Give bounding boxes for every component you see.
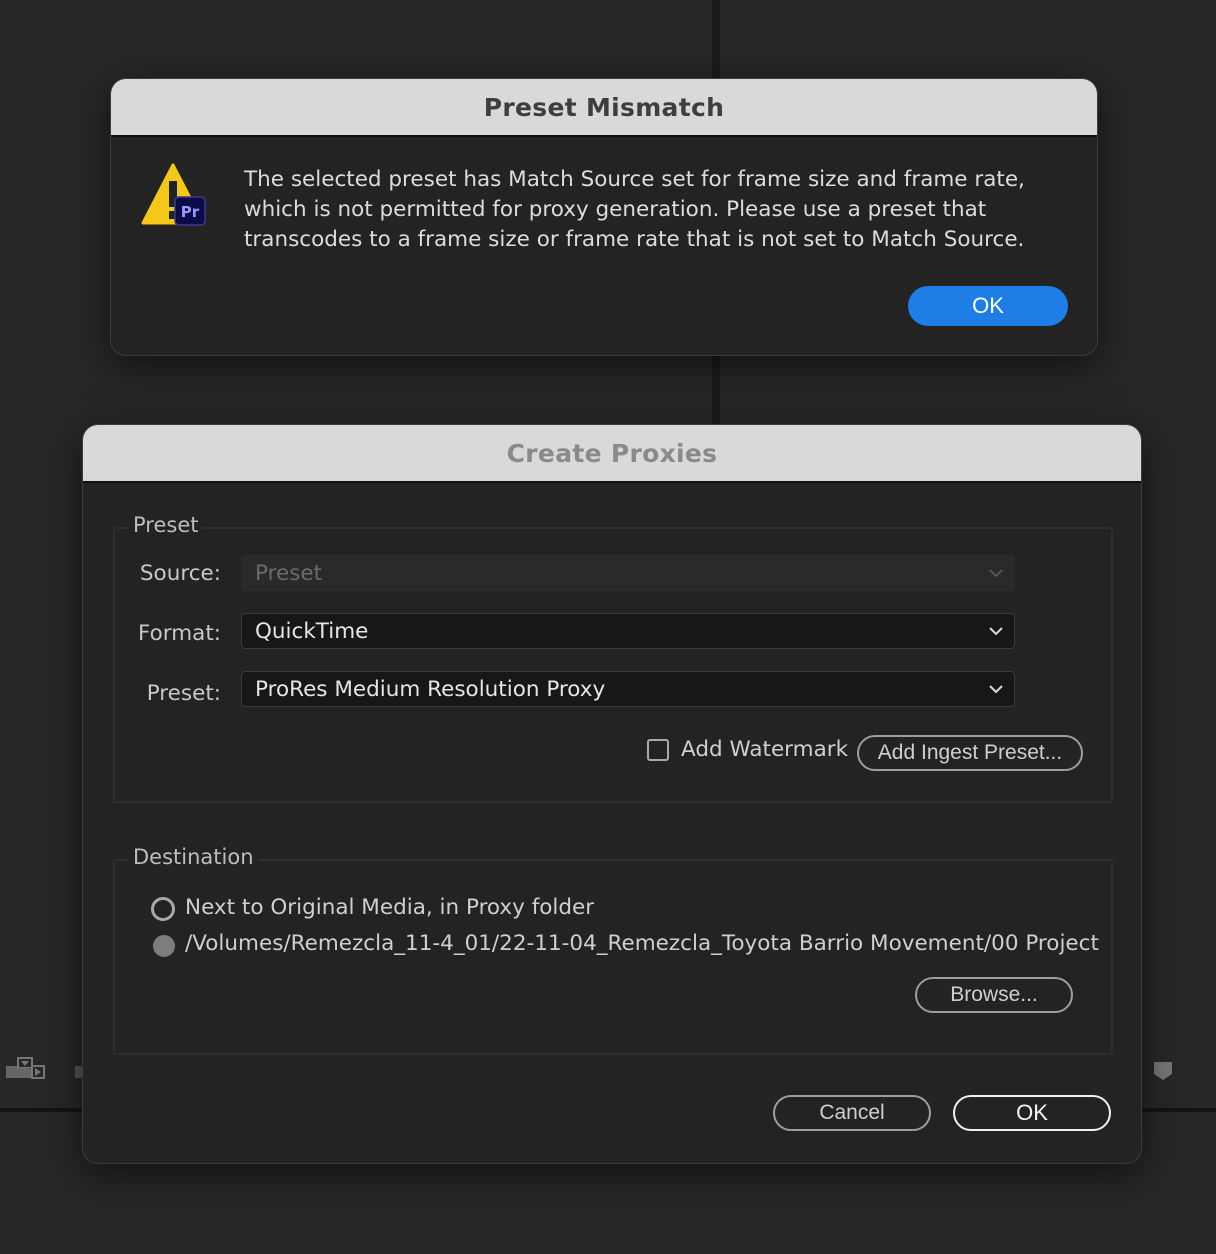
format-value: QuickTime (255, 618, 369, 644)
chevron-down-icon (989, 685, 1003, 694)
destination-group: Destination Next to Original Media, in P… (113, 845, 1113, 1055)
format-label: Format: (137, 621, 221, 646)
ok-button[interactable]: OK (908, 286, 1068, 326)
destination-radio-path[interactable] (153, 935, 175, 957)
destination-option-path: /Volumes/Remezcla_11-4_01/22-11-04_Remez… (185, 931, 1099, 956)
create-proxies-dialog: Create Proxies Preset Source: Preset For… (82, 424, 1142, 1164)
warning-icon: Pr (141, 163, 206, 226)
preset-select[interactable]: ProRes Medium Resolution Proxy (241, 671, 1015, 707)
destination-radio-proxy-folder[interactable] (151, 897, 175, 921)
preset-value: ProRes Medium Resolution Proxy (255, 676, 606, 702)
preset-group: Preset Source: Preset Format: QuickTime … (113, 513, 1113, 803)
source-label: Source: (139, 561, 221, 586)
browse-button[interactable]: Browse... (915, 977, 1073, 1013)
destination-group-label: Destination (129, 845, 258, 869)
chevron-down-icon (989, 627, 1003, 636)
source-select: Preset (241, 555, 1015, 591)
preset-mismatch-dialog: Preset Mismatch Pr The selected preset h… (110, 78, 1098, 356)
format-select[interactable]: QuickTime (241, 613, 1015, 649)
insert-clip-icon (6, 1057, 45, 1079)
preset-label: Preset: (146, 681, 221, 706)
chevron-down-icon (989, 569, 1003, 578)
destination-option-proxy-folder: Next to Original Media, in Proxy folder (185, 895, 595, 920)
preset-group-label: Preset (129, 513, 203, 537)
add-ingest-preset-button[interactable]: Add Ingest Preset... (857, 735, 1083, 771)
dialog-title: Preset Mismatch (111, 79, 1097, 137)
dialog-title: Create Proxies (83, 425, 1141, 483)
mismatch-message: The selected preset has Match Source set… (244, 167, 1025, 252)
source-value: Preset (255, 560, 323, 586)
marker-icon (1154, 1062, 1172, 1080)
premiere-badge-text: Pr (181, 203, 200, 221)
add-watermark-label: Add Watermark (681, 737, 849, 762)
add-watermark-checkbox[interactable] (647, 739, 669, 761)
ok-button[interactable]: OK (953, 1095, 1111, 1131)
cancel-button[interactable]: Cancel (773, 1095, 931, 1131)
